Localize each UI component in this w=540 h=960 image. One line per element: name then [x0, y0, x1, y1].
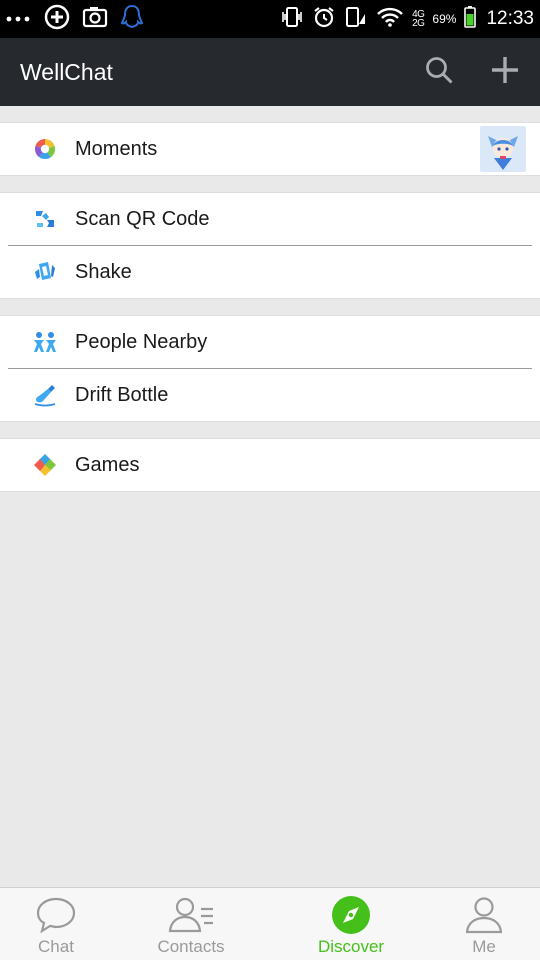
discover-list: Moments Scan QR Code Shake People Nearby…: [0, 106, 540, 492]
compass-icon: [331, 895, 371, 935]
moments-avatar-thumbnail: [480, 126, 526, 172]
battery-icon: [464, 6, 477, 32]
status-bar: 4G 2G 69% 12:33: [0, 0, 540, 38]
tab-discover[interactable]: Discover: [301, 888, 401, 960]
drift-bottle-icon: [33, 383, 57, 407]
list-item-label: Moments: [75, 137, 158, 160]
list-item-label: Scan QR Code: [75, 207, 210, 230]
wifi-icon: [376, 6, 404, 32]
add-icon[interactable]: [490, 55, 520, 90]
list-item-people-nearby[interactable]: People Nearby: [0, 316, 540, 368]
more-dots-icon: [6, 10, 32, 28]
clock-time: 12:33: [486, 8, 534, 29]
screenshot-icon: [82, 6, 108, 33]
group-moments: Moments: [0, 122, 540, 176]
person-icon: [464, 895, 504, 935]
battery-percent: 69%: [432, 12, 457, 26]
people-nearby-icon: [33, 330, 57, 354]
tab-label: Contacts: [157, 937, 225, 956]
tab-label: Chat: [38, 937, 74, 956]
list-item-games[interactable]: Games: [0, 439, 540, 491]
games-icon: [33, 453, 57, 477]
group-games: Games: [0, 438, 540, 492]
list-item-label: Drift Bottle: [75, 383, 169, 406]
group-scan-shake: Scan QR Code Shake: [0, 192, 540, 299]
tab-me[interactable]: Me: [434, 888, 534, 960]
chat-icon: [35, 895, 77, 935]
alarm-icon: [312, 5, 336, 33]
list-item-shake[interactable]: Shake: [0, 246, 540, 298]
group-nearby-bottle: People Nearby Drift Bottle: [0, 315, 540, 422]
list-item-label: People Nearby: [75, 330, 208, 353]
scan-qr-icon: [33, 207, 57, 231]
list-item-label: Games: [75, 453, 140, 476]
tab-label: Me: [472, 937, 496, 956]
vibrate-icon: [280, 6, 304, 32]
list-item-drift-bottle[interactable]: Drift Bottle: [0, 369, 540, 421]
list-item-scan-qr-code[interactable]: Scan QR Code: [0, 193, 540, 245]
qq-penguin-icon: [120, 4, 144, 35]
bottom-tab-bar: Chat Contacts Discover Me: [0, 887, 540, 960]
tab-contacts[interactable]: Contacts: [141, 888, 241, 960]
search-icon[interactable]: [424, 55, 454, 90]
add-circle-icon: [44, 4, 70, 35]
network-type: 4G 2G: [412, 9, 425, 29]
list-item-label: Shake: [75, 260, 132, 283]
app-header: WellChat: [0, 38, 540, 106]
app-title: WellChat: [20, 58, 113, 85]
moments-icon: [33, 137, 57, 161]
list-item-moments[interactable]: Moments: [0, 123, 540, 175]
tab-label: Discover: [317, 937, 385, 956]
tab-chat[interactable]: Chat: [6, 888, 106, 960]
phone-signal-icon: [344, 5, 368, 33]
contacts-icon: [167, 895, 215, 935]
shake-icon: [33, 260, 57, 284]
